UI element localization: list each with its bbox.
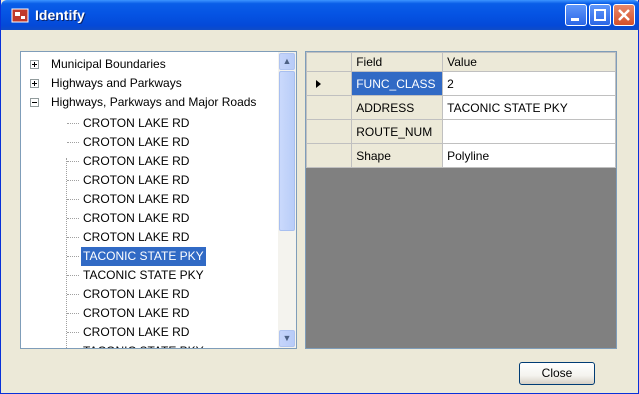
field-name-cell[interactable]: ROUTE_NUM: [351, 119, 444, 144]
field-value-cell[interactable]: [442, 119, 616, 144]
expand-icon[interactable]: [30, 79, 39, 88]
field-column-header[interactable]: Field: [351, 52, 444, 72]
attribute-table: Field Value FUNC_CLASS 2 ADDRESS TACONIC ST…: [306, 52, 616, 168]
row-header-cell[interactable]: [306, 143, 353, 168]
collapse-icon[interactable]: [30, 98, 39, 107]
tree-feature-node[interactable]: CROTON LAKE RD: [81, 323, 191, 342]
attribute-grid[interactable]: Field Value FUNC_CLASS 2 ADDRESS TACONIC ST…: [305, 51, 617, 349]
tree-connector-line: [67, 218, 79, 219]
row-header-cell[interactable]: [306, 71, 353, 96]
tree-feature-node[interactable]: CROTON LAKE RD: [81, 209, 191, 228]
expand-icon[interactable]: [30, 60, 39, 69]
tree-connector-line: [67, 180, 79, 181]
scroll-up-arrow-icon[interactable]: ▲: [279, 53, 295, 70]
tree-layer-node[interactable]: Municipal Boundaries: [51, 55, 166, 74]
scroll-down-arrow-icon[interactable]: ▼: [279, 330, 295, 347]
tree-feature-node[interactable]: CROTON LAKE RD: [81, 171, 191, 190]
grid-header-row: Field Value: [306, 52, 616, 72]
maximize-icon: [594, 9, 606, 21]
tree-connector-line: [67, 123, 79, 124]
value-column-header[interactable]: Value: [442, 52, 616, 72]
title-bar[interactable]: Identify: [1, 0, 639, 30]
tree-connector-line: [67, 237, 79, 238]
close-button[interactable]: Close: [519, 362, 595, 385]
field-name-cell[interactable]: ADDRESS: [351, 95, 444, 120]
tree-connector-line: [67, 142, 79, 143]
tree-connector-line: [67, 294, 79, 295]
identify-window-icon: [11, 8, 29, 23]
tree-feature-node[interactable]: CROTON LAKE RD: [81, 152, 191, 171]
tree-scrollbar[interactable]: ▲ ▼: [278, 52, 296, 348]
grid-row[interactable]: ADDRESS TACONIC STATE PKY: [306, 95, 616, 120]
tree-feature-node[interactable]: TACONIC STATE PKY: [81, 342, 206, 348]
grid-corner-cell: [306, 52, 353, 72]
field-name-cell[interactable]: FUNC_CLASS: [351, 71, 444, 96]
tree-feature-node[interactable]: CROTON LAKE RD: [81, 190, 191, 209]
row-header-cell[interactable]: [306, 95, 353, 120]
minimize-button[interactable]: [565, 4, 587, 26]
tree-feature-node[interactable]: CROTON LAKE RD: [81, 304, 191, 323]
maximize-button[interactable]: [589, 4, 611, 26]
tree-connector-line: [67, 332, 79, 333]
tree-connector-line: [67, 275, 79, 276]
feature-tree[interactable]: Municipal Boundaries Highways and Parkway…: [20, 51, 297, 349]
tree-connector-line: [66, 158, 67, 348]
grid-row[interactable]: ROUTE_NUM: [306, 119, 616, 144]
tree-feature-node[interactable]: CROTON LAKE RD: [81, 285, 191, 304]
tree-layer-node[interactable]: Highways, Parkways and Major Roads: [51, 93, 256, 112]
current-row-arrow-icon: [316, 79, 321, 88]
grid-row[interactable]: Shape Polyline: [306, 143, 616, 168]
row-header-cell[interactable]: [306, 119, 353, 144]
tree-feature-node[interactable]: TACONIC STATE PKY: [81, 247, 206, 266]
window-title: Identify: [35, 7, 85, 23]
tree-feature-node[interactable]: CROTON LAKE RD: [81, 133, 191, 152]
scroll-thumb[interactable]: [279, 71, 295, 231]
tree-feature-node[interactable]: TACONIC STATE PKY: [81, 266, 206, 285]
tree-connector-line: [67, 199, 79, 200]
grid-row[interactable]: FUNC_CLASS 2: [306, 71, 616, 96]
tree-connector-line: [67, 161, 79, 162]
field-value-cell[interactable]: Polyline: [442, 143, 616, 168]
tree-layer-node[interactable]: Highways and Parkways: [51, 74, 182, 93]
field-value-cell[interactable]: 2: [442, 71, 616, 96]
feature-tree-content: Municipal Boundaries Highways and Parkway…: [21, 52, 278, 348]
tree-connector-line: [67, 313, 79, 314]
field-name-cell[interactable]: Shape: [351, 143, 444, 168]
tree-feature-node[interactable]: CROTON LAKE RD: [81, 114, 191, 133]
tree-connector-line: [67, 256, 79, 257]
close-window-button[interactable]: [613, 4, 635, 26]
identify-window: Identify Municipal Boundaries Highways an…: [0, 0, 639, 394]
tree-feature-node[interactable]: CROTON LAKE RD: [81, 228, 191, 247]
close-icon: [618, 9, 630, 21]
minimize-icon: [571, 18, 579, 21]
field-value-cell[interactable]: TACONIC STATE PKY: [442, 95, 616, 120]
